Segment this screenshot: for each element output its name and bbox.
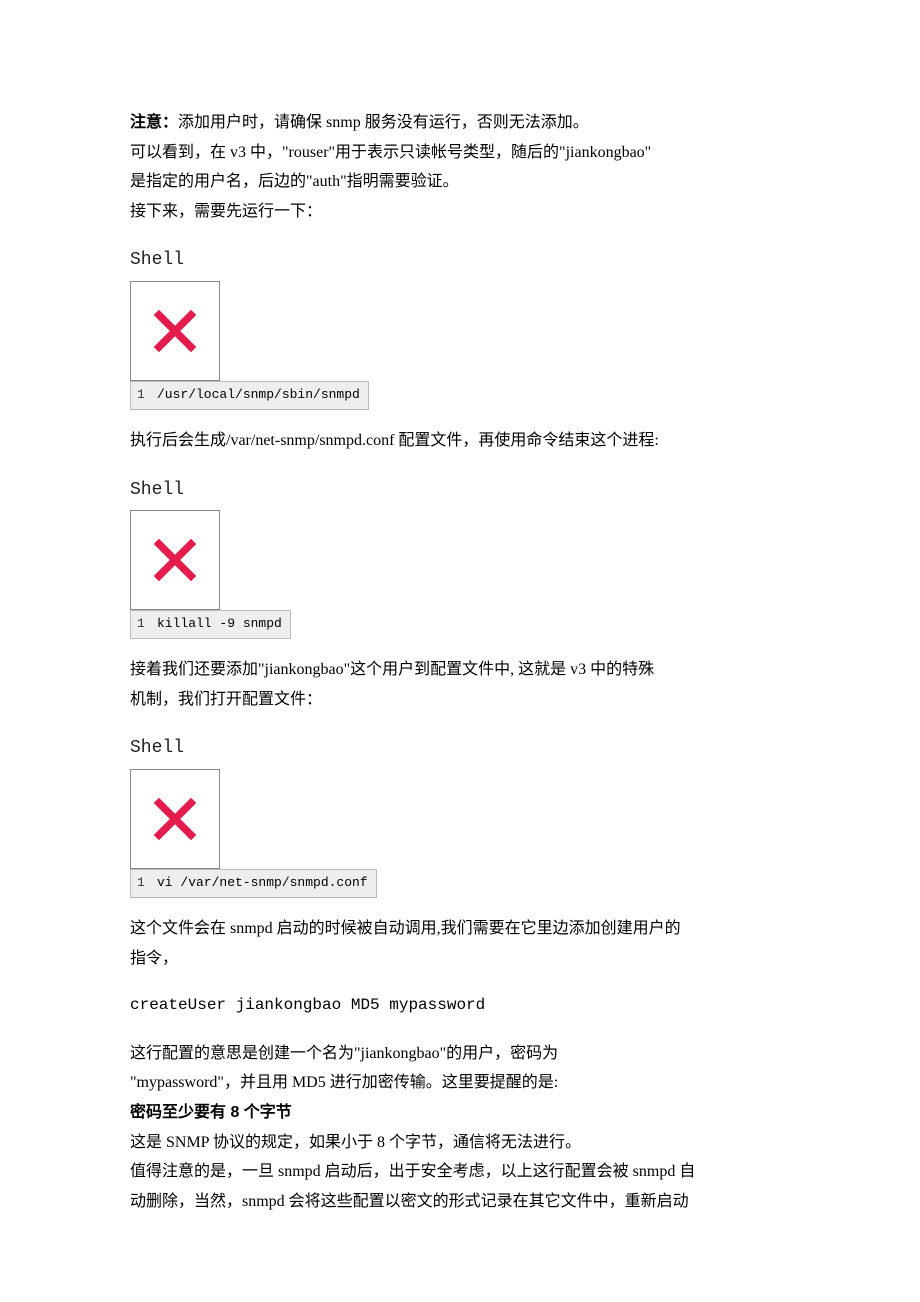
code-text: /usr/local/snmp/sbin/snmpd — [157, 387, 360, 402]
broken-image-icon — [130, 510, 220, 610]
body-text: 是指定的用户名，后边的"auth"指明需要验证。 — [130, 169, 790, 195]
code-block: 1/usr/local/snmp/sbin/snmpd — [130, 381, 369, 410]
code-block: 1 killall -9 snmpd — [130, 610, 291, 639]
body-text: 可以看到，在 v3 中，"rouser"用于表示只读帐号类型，随后的"jiank… — [130, 140, 790, 166]
body-text: 接着我们还要添加"jiankongbao"这个用户到配置文件中, 这就是 v3 … — [130, 657, 790, 683]
shell-label: Shell — [130, 734, 790, 763]
body-text: 指令， — [130, 946, 790, 972]
code-block: 1 vi /var/net-snmp/snmpd.conf — [130, 869, 377, 898]
body-text: 动删除，当然，snmpd 会将这些配置以密文的形式记录在其它文件中，重新启动 — [130, 1189, 790, 1215]
note-line: 注意：添加用户时，请确保 snmp 服务没有运行，否则无法添加。 — [130, 110, 790, 136]
note-text: 添加用户时，请确保 snmp 服务没有运行，否则无法添加。 — [178, 114, 589, 131]
body-text: 接下来，需要先运行一下： — [130, 199, 790, 225]
body-text: 值得注意的是，一旦 snmpd 启动后，出于安全考虑，以上这行配置会被 snmp… — [130, 1159, 790, 1185]
body-text: 这行配置的意思是创建一个名为"jiankongbao"的用户，密码为 — [130, 1041, 790, 1067]
body-text: 机制，我们打开配置文件： — [130, 687, 790, 713]
password-rule: 密码至少要有 8 个字节 — [130, 1100, 790, 1126]
body-text: "mypassword"，并且用 MD5 进行加密传输。这里要提醒的是: — [130, 1070, 790, 1096]
x-icon — [147, 303, 203, 359]
code-text: vi /var/net-snmp/snmpd.conf — [157, 875, 368, 890]
body-text: 执行后会生成/var/net-snmp/snmpd.conf 配置文件，再使用命… — [130, 428, 790, 454]
code-text: killall -9 snmpd — [157, 616, 282, 631]
line-number: 1 — [137, 385, 149, 406]
line-number: 1 — [137, 873, 149, 894]
shell-label: Shell — [130, 476, 790, 505]
x-icon — [147, 532, 203, 588]
broken-image-icon — [130, 769, 220, 869]
shell-label: Shell — [130, 246, 790, 275]
note-label: 注意： — [130, 114, 178, 131]
body-text: 这个文件会在 snmpd 启动的时候被自动调用,我们需要在它里边添加创建用户的 — [130, 916, 790, 942]
body-text: 这是 SNMP 协议的规定，如果小于 8 个字节，通信将无法进行。 — [130, 1130, 790, 1156]
x-icon — [147, 791, 203, 847]
document-page: 注意：添加用户时，请确保 snmp 服务没有运行，否则无法添加。 可以看到，在 … — [0, 0, 920, 1278]
line-number: 1 — [137, 614, 149, 635]
broken-image-icon — [130, 281, 220, 381]
create-user-command: createUser jiankongbao MD5 mypassword — [130, 993, 790, 1019]
